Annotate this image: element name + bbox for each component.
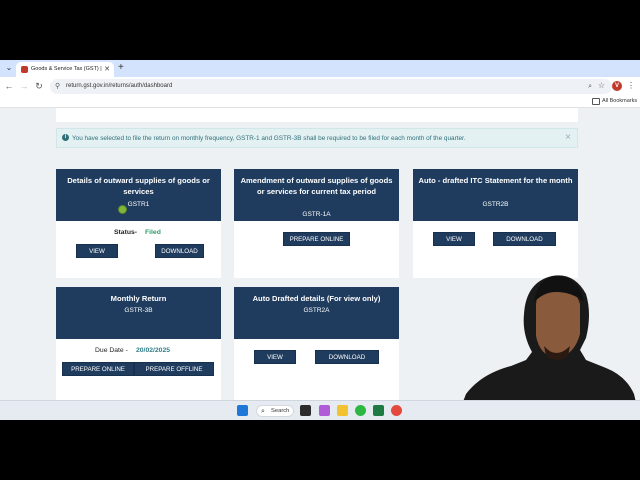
tile-gstr1a-header: Amendment of outward supplies of goods o… [234,169,399,221]
bookmarks-bar: All Bookmarks [0,96,640,108]
screen: ⌄ Goods & Service Tax (GST) | U ✕ + ← → … [0,60,640,420]
tile-gstr1a-code: GSTR-1A [302,211,331,218]
all-bookmarks-link[interactable]: All Bookmarks [602,97,637,106]
tile-gstr2b-title: Auto - drafted ITC Statement for the mon… [418,176,573,185]
gst-favicon-icon [21,66,28,73]
reload-icon[interactable]: ↻ [34,81,44,91]
bookmark-star-icon[interactable]: ☆ [598,81,605,91]
bookmarks-folder-icon [592,98,600,105]
tile-gstr2b: Auto - drafted ITC Statement for the mon… [413,169,578,278]
file-explorer-icon[interactable] [337,405,348,416]
gstr2a-view-button[interactable]: VIEW [254,350,296,364]
alert-message: You have selected to file the return on … [72,135,466,142]
alert-close-icon[interactable]: × [565,132,571,144]
tile-gstr1-status-label: Status- [114,229,138,236]
browser-menu-icon[interactable]: ⋮ [627,80,635,91]
gstr1a-prepare-online-button[interactable]: PREPARE ONLINE [283,232,350,246]
forward-arrow-icon[interactable]: → [19,81,29,91]
tab-title: Goods & Service Tax (GST) | U [31,66,103,72]
tile-gstr1-title: Details of outward supplies of goods or … [67,176,210,196]
tile-gstr2a-header: Auto Drafted details (For view only) GST… [234,287,399,339]
browser-tab-gst[interactable]: Goods & Service Tax (GST) | U ✕ [16,62,114,77]
tile-gstr3b-due-label: Due Date - [95,347,128,354]
back-arrow-icon[interactable]: ← [4,81,14,91]
gstr1-view-button[interactable]: VIEW [76,244,118,258]
windows-taskbar: ⌕ Search [0,400,640,420]
tile-gstr1a: Amendment of outward supplies of goods o… [234,169,399,278]
tile-gstr3b: Monthly Return GSTR-3B Due Date - 20/02/… [56,287,221,400]
taskbar-search-icon: ⌕ [261,408,265,415]
gstr1-download-button[interactable]: DOWNLOAD [155,244,204,258]
tile-gstr1: Details of outward supplies of goods or … [56,169,221,278]
gstr2b-view-button[interactable]: VIEW [433,232,475,246]
frequency-alert: i You have selected to file the return o… [56,128,578,148]
tile-gstr3b-header: Monthly Return GSTR-3B [56,287,221,339]
chrome-icon[interactable] [391,405,402,416]
zoom-search-icon[interactable]: ⌕ [588,82,592,91]
info-icon: i [62,134,69,141]
new-tab-button[interactable]: + [118,62,124,74]
tile-gstr2a: Auto Drafted details (For view only) GST… [234,287,399,400]
tile-gstr2b-header: Auto - drafted ITC Statement for the mon… [413,169,578,221]
profile-avatar[interactable]: V [612,81,622,91]
tab-search-chevron-icon[interactable]: ⌄ [4,63,14,73]
tile-gstr3b-code: GSTR-3B [124,307,153,314]
gstr3b-prepare-online-button[interactable]: PREPARE ONLINE [62,362,134,376]
copilot-icon[interactable] [319,405,330,416]
cursor-highlight [118,205,127,214]
tile-gstr3b-title: Monthly Return [110,294,167,303]
tile-gstr2a-code: GSTR2A [303,307,330,314]
address-url[interactable]: return.gst.gov.in/returns/auth/dashboard [66,82,172,91]
dashboard-top-panel [56,108,578,122]
browser-toolbar: ← → ↻ ⚲ return.gst.gov.in/returns/auth/d… [0,77,640,96]
taskbar-search-label: Search [271,408,290,414]
tile-gstr1-header: Details of outward supplies of goods or … [56,169,221,221]
address-bar[interactable]: ⚲ return.gst.gov.in/returns/auth/dashboa… [50,79,612,94]
presenter-video-overlay [456,275,640,420]
taskbar-search[interactable]: ⌕ Search [256,405,294,417]
browser-tab-strip: ⌄ Goods & Service Tax (GST) | U ✕ + [0,60,640,77]
excel-icon[interactable] [373,405,384,416]
tile-gstr1-code: GSTR1 [127,201,150,208]
tile-gstr3b-due-value: 20/02/2025 [136,347,171,354]
tile-gstr1-status-value: Filed [145,229,161,236]
whatsapp-icon[interactable] [355,405,366,416]
site-info-icon[interactable]: ⚲ [55,82,60,91]
tile-gstr2b-code: GSTR2B [482,201,509,208]
tile-gstr2a-title: Auto Drafted details (For view only) [252,294,381,303]
tile-gstr1a-title: Amendment of outward supplies of goods o… [240,176,393,196]
task-view-icon[interactable] [300,405,311,416]
windows-start-icon[interactable] [237,405,248,416]
gstr2a-download-button[interactable]: DOWNLOAD [315,350,379,364]
gstr2b-download-button[interactable]: DOWNLOAD [493,232,556,246]
tab-close-icon[interactable]: ✕ [104,65,110,74]
gstr3b-prepare-offline-button[interactable]: PREPARE OFFLINE [134,362,214,376]
